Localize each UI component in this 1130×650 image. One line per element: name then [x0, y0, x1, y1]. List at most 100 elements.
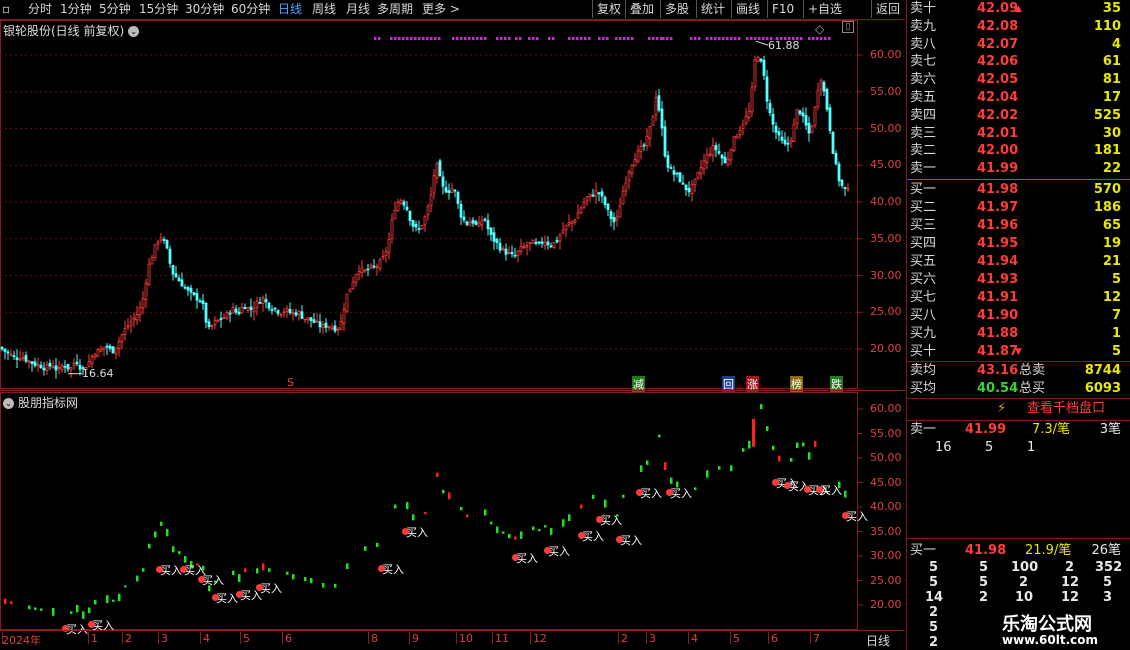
f10-button[interactable]: F10 — [767, 0, 798, 18]
candle-body — [759, 58, 763, 62]
signal-dot — [615, 37, 618, 40]
x-tick — [530, 632, 531, 644]
candle-body — [219, 317, 223, 321]
overlay-button[interactable]: 叠加 — [625, 0, 658, 18]
signal-dot — [548, 37, 551, 40]
signal-dot — [706, 37, 709, 40]
y-tick-label: 40.00 — [870, 195, 902, 208]
signal-dot — [414, 37, 417, 40]
x-tick-label: 9 — [412, 632, 419, 645]
signal-dot — [452, 37, 455, 40]
tab-1min[interactable]: 1分钟 — [60, 0, 92, 19]
corner-square-icon[interactable]: ▫ — [2, 0, 10, 19]
buy-signal-label: 买入 — [600, 514, 622, 527]
indicator-chart[interactable] — [0, 392, 905, 630]
diamond-icon[interactable]: ◇ — [815, 22, 824, 36]
ask-price: 42.02 — [977, 107, 1019, 123]
buy-signal-marker — [816, 486, 823, 493]
indicator-bar — [532, 526, 535, 531]
candle-body — [288, 309, 292, 314]
candle-body — [12, 355, 16, 358]
bid-row: 买十 41.87 5 ▼ — [907, 343, 1130, 361]
bid-row: 买四 41.95 19 — [907, 235, 1130, 253]
indicator-bar — [568, 514, 571, 522]
indicator-bar — [154, 531, 157, 538]
multi-stock-button[interactable]: 多股 — [660, 0, 693, 18]
chevron-down-icon[interactable]: ⌄ — [128, 26, 140, 37]
buy-signal-label: 买入 — [216, 592, 238, 605]
indicator-bar — [772, 445, 775, 451]
candle-body — [813, 106, 817, 126]
candle-body — [141, 298, 145, 309]
signal-dot — [758, 37, 761, 40]
adjust-button[interactable]: 复权 — [592, 0, 625, 18]
indicator-bar — [508, 533, 511, 539]
signal-dot — [631, 37, 634, 40]
candle-body — [525, 245, 529, 248]
signal-dot — [580, 37, 583, 40]
bid-label: 买九 — [910, 326, 937, 341]
bid-label: 买八 — [910, 308, 937, 323]
window-icon[interactable]: ▯ — [842, 21, 854, 33]
buy-signal-marker — [512, 554, 519, 561]
back-button[interactable]: 返回 — [871, 0, 904, 18]
candle-body — [519, 246, 523, 252]
candle-body — [435, 162, 439, 179]
x-tick — [688, 632, 689, 644]
ask-label: 卖四 — [910, 107, 937, 123]
bid-label: 买六 — [910, 272, 937, 287]
signal-dot — [820, 37, 823, 40]
tab-more[interactable]: 更多 > — [422, 0, 460, 19]
indicator-bar — [544, 525, 547, 528]
tab-30min[interactable]: 30分钟 — [185, 0, 224, 19]
candle-body — [450, 188, 454, 193]
tab-15min[interactable]: 15分钟 — [139, 0, 178, 19]
candle-body — [321, 324, 325, 328]
signal-dot — [422, 37, 425, 40]
tab-5min[interactable]: 5分钟 — [99, 0, 131, 19]
buy-signal-marker — [198, 576, 205, 583]
depth-button[interactable]: ⚡ 查看千档盘口 — [907, 399, 1130, 419]
buy-signal-label: 买入 — [160, 564, 182, 577]
x-tick-label: 2 — [621, 632, 628, 645]
candle-body — [642, 144, 646, 147]
indicator-bar — [142, 568, 145, 572]
indicator-bar — [742, 448, 745, 452]
add-watchlist-button[interactable]: +自选 — [803, 0, 846, 18]
indicator-bar — [178, 551, 181, 555]
candle-body — [171, 265, 175, 275]
ask-row: 卖六 42.05 81 — [907, 71, 1130, 89]
candle-body — [474, 221, 478, 225]
draw-button[interactable]: 画线 — [731, 0, 764, 18]
candle-body — [744, 115, 748, 124]
indicator-bar — [412, 514, 415, 521]
candle-body — [576, 212, 580, 219]
indicator-bar — [286, 571, 289, 575]
bid-volume: 7 — [1111, 308, 1121, 323]
candle-body — [510, 252, 514, 255]
marker-s[interactable]: S — [287, 376, 294, 389]
indicator-bar — [514, 536, 517, 540]
signal-dot — [576, 37, 579, 40]
tab-multi-period[interactable]: 多周期 — [377, 0, 413, 19]
queue-value: 5 — [929, 575, 939, 590]
tab-60min[interactable]: 60分钟 — [231, 0, 270, 19]
stats-button[interactable]: 统计 — [696, 0, 729, 18]
tab-weekly[interactable]: 周线 — [312, 0, 336, 19]
buy-signal-marker — [156, 566, 163, 573]
candlestick-chart[interactable] — [0, 20, 905, 390]
buy-signal-marker — [212, 594, 219, 601]
y-tick-label: 55.00 — [870, 426, 902, 440]
tab-daily[interactable]: 日线 — [278, 0, 302, 19]
queue-value: 10 — [1015, 590, 1034, 605]
bid-volume: 19 — [1102, 236, 1121, 251]
candle-body — [399, 199, 403, 204]
signal-dot — [746, 37, 749, 40]
candle-body — [138, 307, 142, 316]
candle-body — [147, 263, 151, 285]
indicator-bar — [346, 563, 349, 570]
tab-monthly[interactable]: 月线 — [346, 0, 370, 19]
chevron-down-icon[interactable]: ⌄ — [3, 398, 14, 409]
candle-body — [714, 145, 718, 151]
tab-intraday[interactable]: 分时 — [28, 0, 52, 19]
